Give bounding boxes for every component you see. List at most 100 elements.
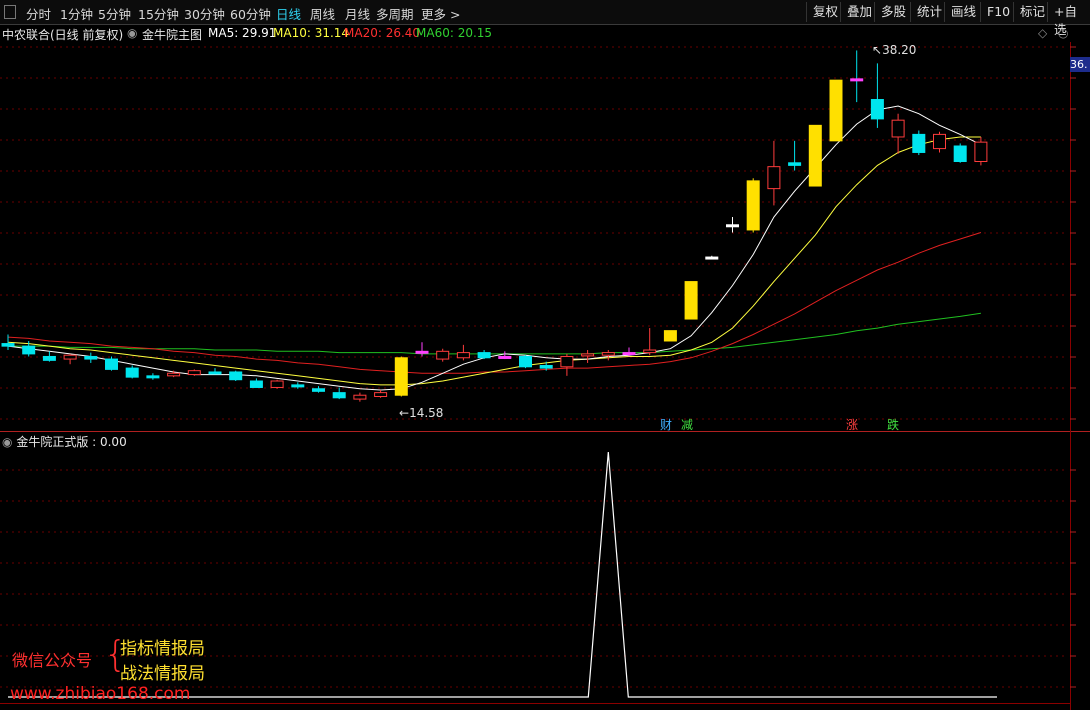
watermark-line2: 战法情报局	[120, 664, 205, 684]
candle-body	[63, 354, 77, 360]
candle-22	[456, 344, 470, 361]
event-marker-1[interactable]: 减	[681, 416, 693, 433]
candle-body	[167, 372, 181, 377]
candle-37	[767, 140, 781, 206]
ma5-line	[7, 105, 982, 391]
candle-body	[456, 352, 470, 359]
candle-34	[705, 255, 719, 260]
low-arrow-icon: ←	[399, 406, 410, 420]
candle-body	[767, 166, 781, 190]
candle-16	[332, 387, 346, 400]
candle-36	[746, 178, 760, 233]
candle-9	[187, 369, 201, 376]
watermark-url: www.zhibiao168.com	[10, 684, 191, 704]
ma60-line	[8, 312, 981, 355]
candle-27	[560, 353, 574, 376]
sub-settings-icon[interactable]: ◉	[2, 435, 12, 449]
candle-12	[249, 378, 263, 388]
candle-10	[208, 368, 222, 375]
candle-body	[84, 355, 98, 360]
candle-body	[353, 394, 367, 400]
high-arrow-icon: ↖	[872, 43, 883, 57]
candle-body	[229, 371, 243, 381]
candle-46	[953, 143, 967, 163]
candle-body	[146, 375, 160, 379]
candle-2	[42, 351, 56, 362]
candle-body	[684, 281, 698, 320]
candle-7	[146, 373, 160, 380]
candle-body	[22, 345, 36, 355]
watermark-line1: 指标情报局	[120, 639, 205, 659]
candle-body	[829, 79, 843, 142]
candle-body	[912, 133, 926, 153]
candle-4	[84, 352, 98, 363]
candle-body	[415, 350, 429, 354]
sub-panel-title: ◉ 金牛院正式版 : 0.00	[2, 435, 127, 449]
candle-body	[891, 119, 905, 138]
candle-17	[353, 392, 367, 402]
candle-body	[394, 357, 408, 396]
candle-body	[622, 352, 636, 356]
candle-body	[477, 352, 491, 359]
candle-40	[829, 79, 843, 142]
candle-body	[601, 352, 615, 356]
watermark-label: 微信公众号	[12, 651, 93, 670]
event-marker-2[interactable]: 涨	[846, 416, 858, 433]
candle-31	[643, 328, 657, 356]
candle-39	[808, 124, 822, 187]
ma10-line	[7, 136, 981, 386]
candle-35	[726, 217, 739, 233]
candle-body	[581, 353, 595, 357]
candle-body	[870, 99, 884, 120]
candle-body	[270, 380, 284, 388]
candle-body	[850, 78, 864, 82]
candle-body	[643, 349, 657, 354]
candle-body	[705, 256, 719, 260]
candle-body	[374, 392, 388, 398]
candle-21	[436, 348, 450, 362]
ma-lines	[7, 105, 982, 391]
candle-body	[249, 380, 263, 388]
candle-body	[332, 392, 346, 399]
event-marker-0[interactable]: 财	[660, 416, 672, 433]
price-grid	[0, 42, 1090, 710]
candle-47	[974, 136, 988, 166]
candle-45	[933, 131, 946, 153]
candle-body	[436, 350, 450, 360]
candle-42	[870, 63, 884, 128]
candle-33	[684, 281, 698, 320]
candle-19	[394, 356, 408, 397]
candle-body	[808, 124, 822, 187]
candle-25	[519, 355, 532, 369]
right-axis-price-tag: 36.	[1070, 57, 1090, 72]
candle-body	[933, 133, 946, 150]
candle-body	[726, 224, 739, 228]
candle-11	[229, 370, 243, 382]
candle-body	[105, 358, 118, 370]
candle-15	[312, 386, 325, 393]
candle-body	[953, 145, 967, 163]
candle-13	[270, 379, 284, 389]
candle-body	[519, 355, 532, 368]
candle-body	[312, 388, 325, 392]
candle-29	[601, 350, 615, 361]
candle-body	[974, 141, 988, 163]
candle-3	[63, 353, 77, 365]
candle-body	[498, 355, 512, 359]
candle-body	[208, 371, 222, 375]
candle-body	[187, 370, 201, 376]
candle-body	[291, 384, 305, 388]
candle-28	[581, 350, 595, 363]
kline-chart[interactable]	[0, 0, 1090, 710]
candle-38	[788, 140, 802, 171]
candle-body	[788, 162, 802, 166]
candle-body	[746, 180, 760, 231]
candle-6	[125, 365, 139, 379]
candle-body	[42, 355, 56, 361]
ma20-line	[7, 232, 982, 374]
candle-32	[663, 330, 677, 342]
event-marker-3[interactable]: 跌	[887, 416, 899, 433]
candle-body	[539, 365, 553, 369]
candle-41	[850, 50, 864, 103]
candle-body	[125, 367, 139, 378]
